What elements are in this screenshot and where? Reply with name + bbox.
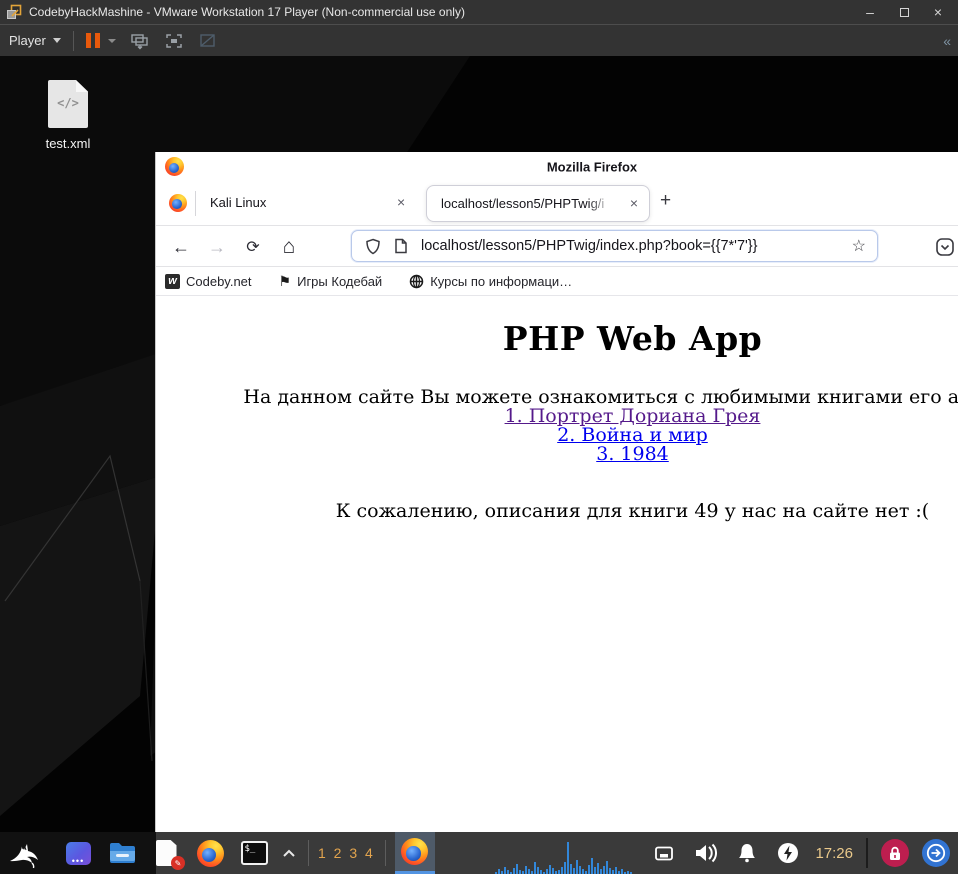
player-menu-button[interactable]: Player (9, 33, 61, 48)
kali-dragon-icon (10, 844, 38, 869)
applications-menu-button[interactable] (0, 832, 48, 874)
send-ctrl-alt-del-button[interactable] (130, 32, 150, 50)
tab-localhost-active[interactable]: localhost/lesson5/PHPTwig/i × (426, 185, 650, 222)
url-bar[interactable]: localhost/lesson5/PHPTwig/index.php?book… (351, 230, 878, 262)
clock[interactable]: 17:26 (815, 845, 853, 862)
home-button[interactable]: ⌂ (274, 232, 304, 262)
network-monitor-graph[interactable] (495, 832, 635, 874)
extension-icon[interactable] (932, 234, 958, 260)
vmware-logo-icon (6, 4, 22, 20)
vmware-toolbar: Player « (0, 24, 958, 56)
maximize-button[interactable] (890, 2, 918, 22)
arrow-right-circle-icon (926, 843, 946, 863)
notifications-bell-icon[interactable] (736, 842, 758, 864)
close-button[interactable]: × (924, 2, 952, 22)
bookmark-star-icon[interactable]: ☆ (852, 236, 866, 256)
bookmark-codeby[interactable]: w Codeby.net (165, 273, 252, 289)
book-link-3[interactable]: 3. 1984 (156, 445, 958, 464)
page-info-icon[interactable] (394, 238, 408, 254)
volume-icon[interactable] (693, 842, 718, 864)
file-manager-button[interactable] (108, 839, 136, 867)
new-tab-button[interactable]: + (660, 190, 671, 212)
vmware-titlebar: CodebyHackMashine - VMware Workstation 1… (0, 0, 958, 24)
tab-favicon-icon (169, 194, 187, 212)
firefox-icon (196, 839, 224, 867)
close-tab-icon[interactable]: × (630, 196, 638, 210)
flag-icon: ⚑ (278, 273, 292, 289)
firefox-window-title: Mozilla Firefox (546, 159, 638, 174)
firefox-icon (401, 838, 429, 865)
xml-file-icon: </> (48, 80, 88, 128)
fullscreen-button[interactable] (164, 32, 184, 50)
workspace-switcher[interactable]: 1 2 3 4 (318, 845, 375, 861)
suspend-vm-button[interactable] (85, 33, 100, 48)
firefox-titlebar[interactable]: Mozilla Firefox (156, 152, 958, 181)
navigation-toolbar: ← → ⟳ ⌂ localhost/lesson5/PHPTwig/index.… (156, 226, 958, 267)
globe-icon (409, 274, 424, 289)
bookmarks-toolbar: w Codeby.net ⚑ Игры Кодебай Курсы по инф… (156, 267, 958, 296)
active-tab-label: localhost/lesson5/PHPTwig/i (441, 196, 613, 211)
firefox-launcher-button[interactable] (196, 839, 224, 867)
show-desktop-button[interactable]: ••• (64, 839, 92, 867)
book-link-2[interactable]: 2. Война и мир (156, 426, 958, 445)
collapse-toolbar-button[interactable]: « (943, 33, 951, 49)
page-title: PHP Web App (502, 319, 763, 358)
codeby-favicon-icon: w (165, 273, 180, 289)
web-page-content: PHP Web App На данном сайте Вы можете оз… (156, 296, 958, 873)
not-found-message: К сожалению, описания для книги 49 у нас… (335, 500, 930, 522)
power-manager-icon[interactable] (777, 842, 799, 864)
firefox-window: Mozilla Firefox Kali Linux × localhost/l… (155, 152, 958, 874)
minimize-button[interactable]: – (856, 2, 884, 22)
url-text[interactable]: localhost/lesson5/PHPTwig/index.php?book… (421, 238, 757, 254)
shield-icon[interactable] (365, 238, 381, 255)
logout-button[interactable] (922, 839, 950, 867)
firefox-logo-icon (165, 157, 184, 176)
text-editor-button[interactable]: ✎ (152, 839, 185, 870)
reload-button[interactable]: ⟳ (238, 232, 268, 262)
chevron-up-icon (283, 849, 295, 857)
network-tray-icon[interactable] (654, 845, 674, 862)
vm-desktop: </> test.xml Mozilla Firefox Kali Linux … (0, 56, 958, 874)
unity-mode-icon (198, 32, 218, 50)
terminal-launcher-button[interactable]: $_ (240, 839, 268, 867)
terminal-icon: $_ (240, 841, 268, 865)
tab-bar: Kali Linux × localhost/lesson5/PHPTwig/i… (156, 181, 958, 226)
forward-button[interactable]: → (202, 232, 232, 262)
back-button[interactable]: ← (166, 232, 196, 262)
bookmark-games[interactable]: ⚑ Игры Кодебай (279, 274, 383, 289)
firefox-task-button-active[interactable] (394, 832, 435, 874)
taskbar: ••• ✎ $_ 1 2 3 4 17:26 (0, 832, 958, 874)
suspend-options-chevron-icon[interactable] (107, 38, 116, 43)
bookmark-courses[interactable]: Курсы по информаци… (409, 274, 572, 289)
tab-kali-linux[interactable]: Kali Linux (210, 195, 266, 210)
chevron-down-icon (52, 38, 61, 43)
lock-screen-button[interactable] (881, 839, 909, 867)
lock-icon (890, 846, 900, 860)
vmware-window-title: CodebyHackMashine - VMware Workstation 1… (29, 5, 465, 19)
desktop-file-label: test.xml (45, 136, 91, 151)
pencil-badge-icon: ✎ (171, 856, 185, 870)
panel-expand-button[interactable] (280, 839, 298, 867)
desktop-icon: ••• (65, 841, 91, 865)
folder-icon (109, 843, 135, 863)
close-tab-icon[interactable]: × (397, 195, 405, 209)
desktop-file-testxml[interactable]: </> test.xml (28, 80, 108, 151)
